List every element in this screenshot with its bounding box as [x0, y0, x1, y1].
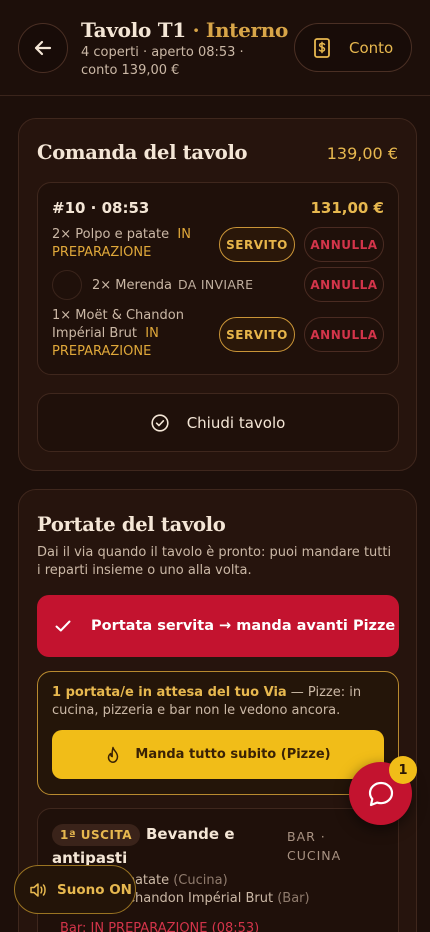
cancel-button[interactable]: ANNULLA	[304, 317, 384, 352]
send-all-button[interactable]: Manda tutto subito (Pizze)	[52, 730, 384, 779]
waiting-note-text: 1 portata/e in attesa del tuo Via — Pizz…	[52, 684, 387, 720]
course-served-label: Portata servita → manda avanti Pizze	[91, 618, 396, 634]
arrow-left-icon	[34, 40, 52, 56]
top-header: Tavolo T1 · Interno 4 coperti · aperto 0…	[0, 0, 430, 96]
order-item-text: 1× Moët & Chandon Impérial Brut	[52, 308, 184, 341]
portate-description: Dai il via quando il tavolo è pronto: pu…	[37, 545, 392, 578]
order-amount: 131,00 €	[310, 199, 384, 217]
order-item-status: DA INVIARE	[178, 277, 254, 292]
order-block: #10 · 08:53 131,00 € 2× Polpo e patate I…	[37, 182, 399, 375]
conto-label: Conto	[349, 38, 394, 57]
order-item: 2× Merenda DA INVIARE	[92, 276, 253, 295]
page-subtitle: 4 coperti · aperto 08:53 · conto 139,00 …	[81, 45, 244, 78]
waiting-note: 1 portata/e in attesa del tuo Via — Pizz…	[37, 671, 399, 795]
course-line-dept: (Cucina)	[173, 873, 228, 888]
served-button[interactable]: SERVITO	[219, 227, 295, 262]
close-table-button[interactable]: Chiudi tavolo	[37, 393, 399, 452]
order-item-text: 2× Merenda	[92, 278, 173, 293]
comanda-total: 139,00 €	[326, 144, 398, 163]
course-name: Bevande e antipasti	[52, 825, 235, 867]
order-item: 1× Moët & Chandon Impérial Brut IN PREPA…	[52, 307, 202, 361]
order-id: #10 · 08:53	[52, 199, 150, 217]
chat-notification-badge: 1	[389, 756, 417, 784]
order-item-text: 2× Polpo e patate	[52, 227, 170, 242]
close-table-label: Chiudi tavolo	[186, 413, 286, 432]
portate-title: Portate del tavolo	[37, 513, 226, 536]
page-title: Tavolo T1 · Interno	[81, 18, 289, 42]
check-circle-icon	[151, 413, 169, 432]
comanda-title: Comanda del tavolo	[37, 141, 248, 164]
chat-bubble-icon	[368, 781, 393, 806]
item-select-circle[interactable]	[52, 270, 82, 300]
flame-icon	[108, 746, 119, 763]
page-title-accent: · Interno	[192, 18, 289, 42]
sound-toggle-button[interactable]: Suono ON	[14, 865, 136, 914]
course-served-button[interactable]: Portata servita → manda avanti Pizze	[37, 595, 399, 657]
send-all-label: Manda tutto subito (Pizze)	[135, 747, 331, 762]
served-button[interactable]: SERVITO	[219, 317, 295, 352]
course-status: Bar: IN PREPARAZIONE (08:53)	[60, 921, 260, 932]
header-title-block: Tavolo T1 · Interno 4 coperti · aperto 0…	[81, 18, 289, 80]
order-item: 2× Polpo e patate IN PREPARAZIONE	[52, 226, 202, 262]
conto-button[interactable]: Conto	[294, 23, 412, 72]
cancel-button[interactable]: ANNULLA	[304, 267, 384, 302]
cancel-button[interactable]: ANNULLA	[304, 227, 384, 262]
sound-label: Suono ON	[57, 881, 132, 898]
comanda-card: Comanda del tavolo 139,00 € #10 · 08:53 …	[18, 118, 417, 471]
check-icon	[55, 620, 71, 632]
speaker-icon	[30, 882, 46, 897]
bill-icon	[314, 37, 330, 58]
course-line-dept: (Bar)	[277, 891, 310, 906]
waiting-note-strong: 1 portata/e in attesa del tuo Via	[52, 685, 287, 700]
course-departments: BAR · CUCINA	[287, 829, 342, 863]
back-button[interactable]	[18, 23, 68, 73]
